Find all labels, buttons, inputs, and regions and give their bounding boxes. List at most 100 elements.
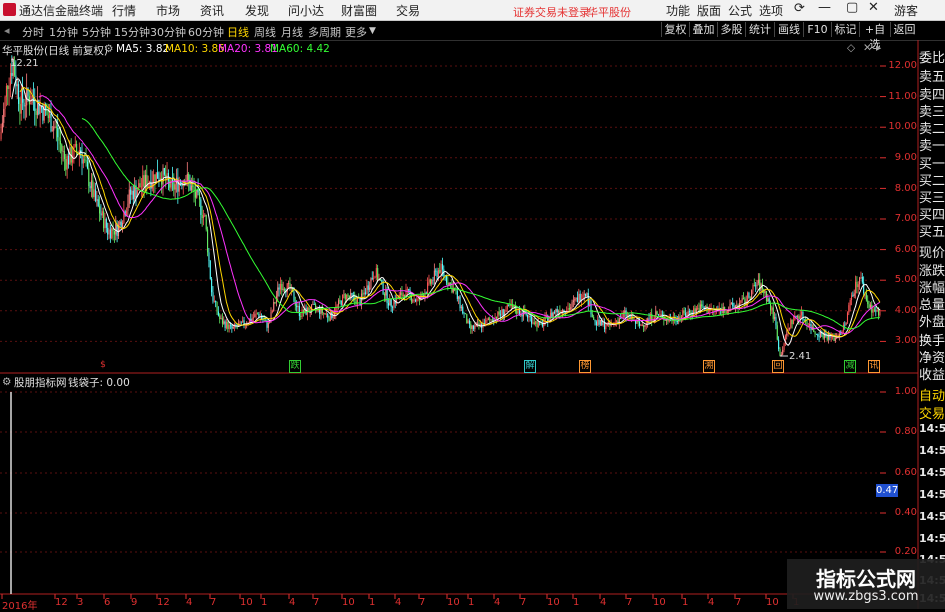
candle-body (817, 334, 819, 337)
period-tab-5min[interactable]: 5分钟 (82, 24, 111, 40)
menu-wealth[interactable]: 财富圈 (341, 2, 377, 19)
candle-body (104, 218, 106, 229)
menu-discover[interactable]: 发现 (245, 2, 269, 19)
menu-options[interactable]: 选项 (759, 2, 783, 19)
candle-body (257, 313, 259, 315)
candle-body (267, 323, 269, 328)
candle-body (34, 101, 36, 112)
candle-body (82, 159, 84, 164)
candle-body (637, 320, 639, 323)
indicator-settings-icon[interactable]: ⚙ (2, 376, 11, 388)
period-tab-60min[interactable]: 60分钟 (188, 24, 224, 40)
period-tab-1min[interactable]: 1分钟 (49, 24, 78, 40)
f10-button[interactable]: F10 (803, 22, 831, 37)
menu-trade[interactable]: 交易 (396, 2, 420, 19)
signal-marker[interactable]: $ (98, 360, 108, 371)
candle-body (697, 308, 699, 310)
period-tab-weekly[interactable]: 周线 (254, 24, 276, 40)
period-tab-monthly[interactable]: 月线 (281, 24, 303, 40)
collapse-arrow-icon[interactable]: ▸ (876, 42, 881, 54)
signal-marker[interactable]: 跌 (289, 360, 301, 373)
signal-marker[interactable]: 榜 (579, 360, 591, 373)
candle-body (599, 320, 601, 325)
side-panel-item[interactable]: 买五 (919, 221, 945, 240)
candle-body (294, 301, 296, 306)
candle-body (644, 324, 646, 328)
period-tab-15min[interactable]: 15分钟 (114, 24, 150, 40)
menu-market[interactable]: 市场 (156, 2, 180, 19)
candle-body (464, 313, 466, 315)
candle-body (572, 300, 574, 303)
side-panel-item[interactable]: 收益 (919, 364, 945, 383)
mark-button[interactable]: 标记 (831, 22, 859, 37)
signal-marker[interactable]: 讯 (868, 360, 880, 373)
candle-body (274, 302, 276, 303)
candle-body (90, 180, 93, 188)
period-tab-30min[interactable]: 30分钟 (150, 24, 186, 40)
auto-trade-label[interactable]: 自动 (919, 385, 945, 404)
more-dropdown-icon[interactable]: ▼ (369, 26, 376, 36)
minimize-icon[interactable]: — (818, 0, 831, 15)
auto-trade-label[interactable]: 交易 (919, 403, 945, 422)
refresh-icon[interactable]: ⟳ (794, 1, 805, 16)
diamond-icon[interactable]: ◇ (847, 42, 855, 54)
candle-body (868, 304, 870, 308)
candle-body (463, 313, 465, 314)
signal-marker[interactable]: 解 (524, 360, 536, 373)
settings-gear-icon[interactable]: ⚙ (104, 43, 113, 55)
candle-body (861, 276, 863, 283)
signal-marker[interactable]: 减 (844, 360, 856, 373)
restore-icon[interactable]: ▢ (846, 0, 858, 15)
candle-body (219, 315, 221, 319)
period-tab-more[interactable]: 更多 (345, 24, 367, 40)
menu-functions[interactable]: 功能 (666, 2, 690, 19)
candle-body (297, 306, 299, 308)
candle-body (174, 184, 176, 190)
candle-body (374, 277, 376, 279)
draw-line-button[interactable]: 画线 (774, 22, 803, 37)
chart-close-icon[interactable]: ✕ (863, 42, 872, 54)
period-tab-daily[interactable]: 日线 (227, 24, 249, 40)
candle-body (30, 103, 32, 105)
side-panel-item[interactable]: 委比 (919, 47, 945, 66)
period-tab-intraday[interactable]: 分时 (22, 24, 44, 40)
toolbar-left-arrow-icon[interactable]: ◂ (4, 24, 10, 37)
back-button[interactable]: 返回 (890, 22, 918, 37)
side-panel-item[interactable]: 现价 (919, 242, 945, 261)
ma5-legend: MA5: 3.82 (116, 43, 170, 55)
candle-body (363, 292, 365, 295)
stock-link[interactable]: 华平股份 (587, 4, 631, 20)
candle-body (429, 279, 431, 284)
menu-formula[interactable]: 公式 (728, 2, 752, 19)
candle-body (679, 316, 681, 318)
statistics-button[interactable]: 统计 (745, 22, 774, 37)
candle-body (103, 211, 105, 229)
side-panel-item[interactable]: 卖五 (919, 66, 945, 85)
side-panel-item[interactable]: 外盘 (919, 311, 945, 330)
kline-chart[interactable] (0, 40, 945, 609)
login-warning[interactable]: 证券交易未登录 (513, 4, 590, 20)
side-panel-item[interactable]: 卖一 (919, 135, 945, 154)
menu-news[interactable]: 资讯 (200, 2, 224, 19)
adjust-button[interactable]: 复权 (661, 22, 689, 37)
add-watchlist-button[interactable]: +自选 (859, 22, 890, 51)
menu-market-quotes[interactable]: 行情 (112, 2, 136, 19)
menu-ask[interactable]: 问小达 (288, 2, 324, 19)
candle-body (339, 300, 341, 302)
menu-layout[interactable]: 版面 (697, 2, 721, 19)
indicator-tick: 0.80 (894, 426, 917, 437)
candle-body (386, 289, 388, 304)
candle-body (734, 305, 736, 308)
close-icon[interactable]: ✕ (868, 0, 879, 15)
period-tab-multi[interactable]: 多周期 (308, 24, 341, 40)
overlay-button[interactable]: 叠加 (689, 22, 717, 37)
signal-marker[interactable]: 回 (772, 360, 784, 373)
candle-body (254, 314, 256, 318)
guest-label[interactable]: 游客 (894, 2, 918, 19)
multi-stock-button[interactable]: 多股 (717, 22, 745, 37)
signal-marker[interactable]: 溯 (703, 360, 715, 373)
candle-body (664, 319, 666, 321)
candle-body (263, 320, 265, 321)
indicator-title: 股朋指标网 (14, 377, 67, 389)
candle-body (348, 295, 350, 298)
